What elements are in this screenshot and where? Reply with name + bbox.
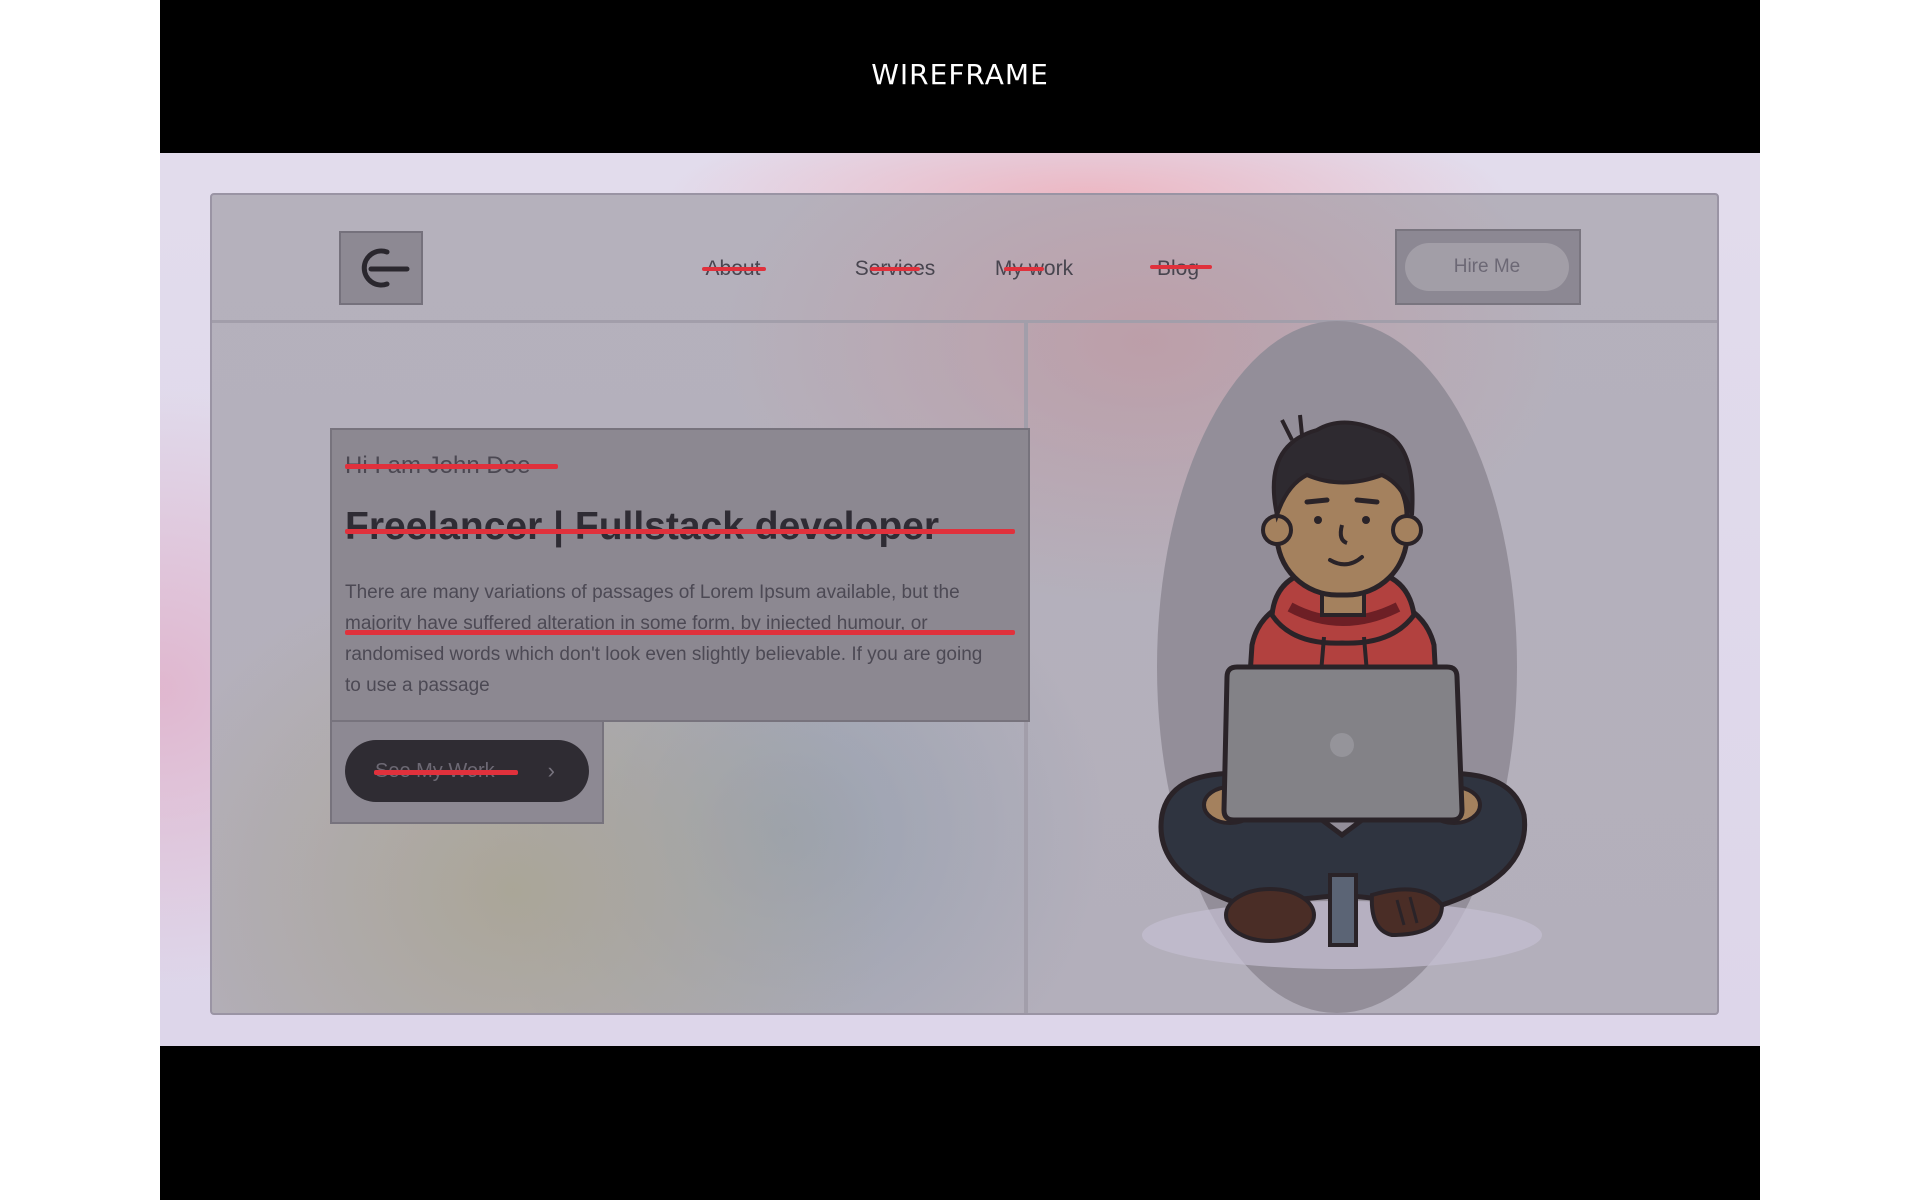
hero-text-block: Hi I am John Doe Freelancer | Fullstack … bbox=[330, 428, 1030, 722]
nav-about-strike bbox=[702, 267, 766, 271]
paragraph-strike bbox=[345, 630, 1015, 635]
hero-paragraph: There are many variations of passages of… bbox=[345, 582, 983, 696]
presentation-frame: WIREFRAME About Services My work Blog bbox=[160, 0, 1760, 1200]
hero-headline: Freelancer | Fullstack developer bbox=[345, 505, 940, 548]
cta-container: See My Work › bbox=[330, 720, 604, 824]
nav-my-work-strike bbox=[1004, 267, 1044, 271]
greeting-strike bbox=[345, 464, 558, 469]
hire-me-button[interactable]: Hire Me bbox=[1405, 243, 1569, 291]
hire-me-container: Hire Me bbox=[1395, 229, 1581, 305]
wireframe-canvas: About Services My work Blog Hire Me Hi I… bbox=[160, 153, 1760, 1046]
nav-item-blog[interactable]: Blog bbox=[1157, 257, 1199, 281]
headline-strike bbox=[345, 529, 1015, 534]
nav-blog-strike bbox=[1150, 265, 1212, 269]
nav-services-strike bbox=[870, 267, 920, 271]
power-logo-icon[interactable] bbox=[339, 231, 423, 305]
chevron-right-icon: › bbox=[547, 758, 555, 783]
developer-with-laptop-illustration bbox=[1142, 414, 1542, 969]
navbar: About Services My work Blog Hire Me bbox=[212, 195, 1717, 323]
frame-title: WIREFRAME bbox=[871, 58, 1049, 91]
browser-mockup: About Services My work Blog Hire Me Hi I… bbox=[210, 193, 1719, 1015]
cta-strike bbox=[374, 770, 518, 775]
